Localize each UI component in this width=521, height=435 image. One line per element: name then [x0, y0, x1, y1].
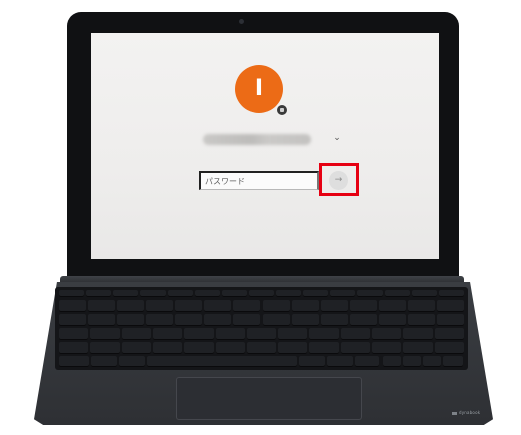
keyboard-key[interactable] — [383, 356, 401, 367]
keyboard-key[interactable] — [299, 356, 325, 367]
avatar-initial: I — [254, 76, 264, 101]
keyboard-key[interactable] — [378, 314, 406, 326]
keyboard-key[interactable] — [407, 300, 435, 312]
keyboard — [55, 287, 468, 370]
password-input[interactable] — [199, 171, 319, 190]
keyboard-key[interactable] — [204, 314, 232, 326]
keyboard-key[interactable] — [443, 356, 463, 367]
keyboard-key[interactable] — [262, 300, 290, 312]
keyboard-key[interactable] — [88, 300, 116, 312]
keyboard-key[interactable] — [117, 314, 145, 326]
keyboard-key[interactable] — [303, 290, 329, 297]
keyboard-key[interactable] — [59, 356, 89, 367]
chevron-down-icon[interactable]: ⌄ — [332, 132, 342, 144]
keyboard-key[interactable] — [378, 300, 406, 312]
keyboard-key[interactable] — [403, 342, 433, 354]
keyboard-key[interactable] — [436, 300, 464, 312]
keyboard-key[interactable] — [194, 290, 220, 297]
keyboard-key[interactable] — [59, 328, 89, 340]
keyboard-key[interactable] — [327, 356, 353, 367]
brand-logo-text: dynabook — [459, 410, 481, 415]
keyboard-key[interactable] — [276, 290, 302, 297]
keyboard-key[interactable] — [411, 290, 437, 297]
keyboard-key[interactable] — [119, 356, 145, 367]
keyboard-key[interactable] — [248, 290, 275, 297]
keyboard-key[interactable] — [423, 356, 441, 367]
keyboard-key[interactable] — [59, 342, 89, 354]
user-avatar[interactable]: I — [235, 65, 283, 113]
keyboard-key[interactable] — [147, 356, 297, 367]
keyboard-key[interactable] — [233, 300, 261, 312]
keyboard-key[interactable] — [372, 342, 402, 354]
keyboard-key[interactable] — [59, 290, 85, 297]
keyboard-key[interactable] — [221, 290, 247, 297]
keyboard-key[interactable] — [278, 328, 308, 340]
keyboard-key[interactable] — [152, 328, 183, 340]
keyboard-key[interactable] — [278, 342, 308, 354]
keyboard-key[interactable] — [175, 300, 203, 312]
keyboard-key[interactable] — [91, 356, 117, 367]
keyboard-key[interactable] — [86, 290, 112, 297]
keyboard-key[interactable] — [355, 356, 379, 367]
keyboard-key[interactable] — [291, 314, 319, 326]
keyboard-key[interactable] — [90, 342, 120, 354]
keyboard-key[interactable] — [309, 342, 339, 354]
keyboard-key[interactable] — [175, 314, 203, 326]
keyboard-key[interactable] — [384, 290, 410, 297]
trackpad[interactable] — [176, 377, 362, 420]
keyboard-key[interactable] — [436, 314, 464, 326]
keyboard-key[interactable] — [330, 290, 356, 297]
keyboard-key[interactable] — [121, 342, 151, 354]
device-badge-icon — [276, 104, 288, 116]
brand-logo: dynabook — [452, 410, 480, 415]
chromebook-login-screen: I ⌄ → — [91, 33, 439, 259]
keyboard-key[interactable] — [184, 342, 214, 354]
keyboard-key[interactable] — [349, 314, 377, 326]
keyboard-key[interactable] — [59, 300, 87, 312]
keyboard-key[interactable] — [140, 290, 166, 297]
keyboard-key[interactable] — [407, 314, 435, 326]
keyboard-key[interactable] — [59, 314, 87, 326]
keyboard-key[interactable] — [349, 300, 377, 312]
highlight-box — [319, 163, 359, 196]
keyboard-key[interactable] — [88, 314, 116, 326]
keyboard-key[interactable] — [340, 342, 371, 354]
keyboard-key[interactable] — [340, 328, 371, 340]
webcam — [239, 19, 244, 24]
username-blurred — [203, 134, 311, 145]
keyboard-key[interactable] — [204, 300, 232, 312]
keyboard-key[interactable] — [320, 314, 348, 326]
keyboard-key[interactable] — [403, 356, 421, 367]
keyboard-key[interactable] — [117, 300, 145, 312]
keyboard-key[interactable] — [320, 300, 348, 312]
keyboard-key[interactable] — [434, 328, 464, 340]
keyboard-key[interactable] — [246, 328, 277, 340]
keyboard-key[interactable] — [233, 314, 261, 326]
keyboard-key[interactable] — [184, 328, 214, 340]
keyboard-key[interactable] — [291, 300, 319, 312]
keyboard-key[interactable] — [403, 328, 433, 340]
laptop-photo: I ⌄ → dynabook — [0, 0, 521, 435]
keyboard-key[interactable] — [372, 328, 402, 340]
keyboard-key[interactable] — [438, 290, 464, 297]
keyboard-key[interactable] — [215, 342, 245, 354]
keyboard-key[interactable] — [146, 314, 174, 326]
keyboard-key[interactable] — [121, 328, 151, 340]
keyboard-key[interactable] — [246, 342, 277, 354]
keyboard-key[interactable] — [262, 314, 290, 326]
keyboard-key[interactable] — [152, 342, 183, 354]
brand-mark-icon — [452, 411, 457, 415]
keyboard-key[interactable] — [309, 328, 339, 340]
keyboard-key[interactable] — [167, 290, 193, 297]
keyboard-key[interactable] — [357, 290, 383, 297]
keyboard-key[interactable] — [434, 342, 464, 354]
keyboard-key[interactable] — [146, 300, 174, 312]
keyboard-key[interactable] — [113, 290, 139, 297]
keyboard-key[interactable] — [215, 328, 245, 340]
keyboard-key[interactable] — [90, 328, 120, 340]
